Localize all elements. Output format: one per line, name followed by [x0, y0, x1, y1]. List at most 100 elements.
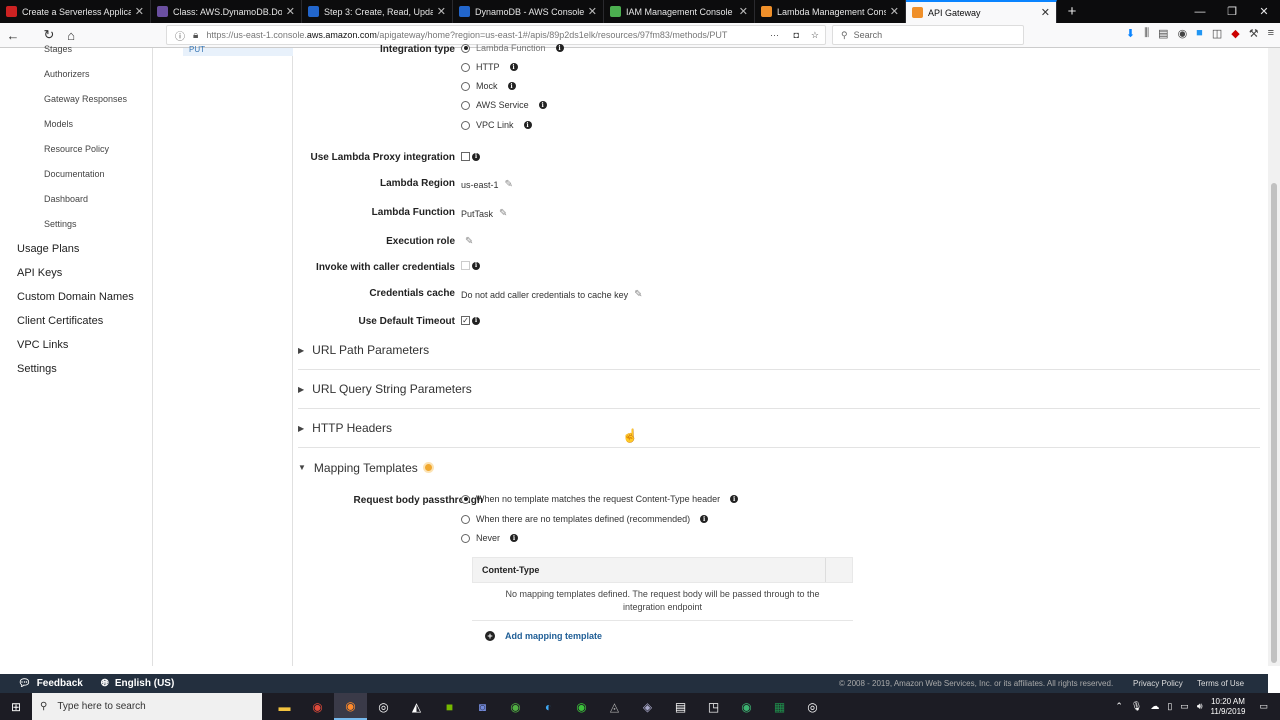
sidebar-item-authorizers[interactable]: Authorizers	[44, 69, 90, 79]
battery-icon[interactable]: ▯	[1167, 701, 1172, 712]
info-icon[interactable]: i	[555, 44, 564, 52]
back-icon[interactable]: ←	[2, 24, 24, 46]
browser-tab[interactable]: DynamoDB - AWS Console ✕	[453, 0, 604, 23]
taskbar-search-input[interactable]: ⚲ Type here to search	[32, 693, 262, 720]
integration-type-vpc-link[interactable]: VPC Link i	[461, 120, 532, 130]
integration-type-http[interactable]: HTTP i	[461, 62, 518, 72]
xbox-icon[interactable]: ◉	[499, 693, 532, 720]
maximize-icon[interactable]: ❐	[1216, 0, 1248, 23]
terms-of-use-link[interactable]: Terms of Use	[1197, 679, 1244, 688]
sidebar-item-settings[interactable]: Settings	[44, 219, 77, 229]
section-http-headers[interactable]: ▶ HTTP Headers	[298, 409, 1260, 448]
discord-icon[interactable]: ◙	[466, 693, 499, 720]
browser-tab-active[interactable]: API Gateway ✕	[906, 0, 1057, 23]
url-bar[interactable]: ⓘ 🔒︎ https://us-east-1.console. aws.amazo…	[166, 25, 826, 45]
feedback-button[interactable]: 💬︎ Feedback	[18, 678, 83, 689]
sidebar-item-custom-domain-names[interactable]: Custom Domain Names	[17, 291, 134, 303]
info-icon[interactable]: ⓘ	[175, 28, 185, 43]
radio-lambda[interactable]	[461, 43, 470, 53]
screenshot-icon[interactable]: ◫	[1212, 27, 1222, 40]
extension-icon[interactable]: ⚒	[1249, 27, 1259, 40]
radio-http[interactable]	[461, 62, 470, 72]
account-icon[interactable]: ◉	[1178, 27, 1188, 40]
language-selector[interactable]: 🌐︎ English (US)	[101, 678, 174, 689]
close-icon[interactable]: ✕	[135, 5, 144, 18]
firefox-icon[interactable]: ◉	[334, 693, 367, 720]
app-icon[interactable]: ▤	[664, 693, 697, 720]
edit-pencil-icon[interactable]: ✎	[505, 179, 513, 190]
page-actions-icon[interactable]: ···	[770, 30, 779, 40]
obs-icon[interactable]: ◎	[796, 693, 829, 720]
browser-tab[interactable]: Lambda Management Console✕	[755, 0, 906, 23]
info-icon[interactable]: i	[509, 63, 518, 71]
radio-aws-service[interactable]	[461, 100, 470, 110]
passthrough-option-never[interactable]: Never i	[461, 533, 519, 543]
sidebar-item-dashboard[interactable]: Dashboard	[44, 194, 88, 204]
library-icon[interactable]: ⫼	[1144, 27, 1149, 40]
ublock-icon[interactable]: ◆	[1231, 27, 1239, 40]
app-icon[interactable]: ◭	[400, 693, 433, 720]
info-icon[interactable]: i	[472, 261, 480, 270]
close-icon[interactable]: ✕	[588, 5, 597, 18]
section-mapping-templates[interactable]: ▼ Mapping Templates	[298, 448, 1260, 487]
invoke-credentials-checkbox[interactable]	[461, 261, 470, 270]
file-explorer-icon[interactable]: ▬	[268, 693, 301, 720]
sidebar-item-models[interactable]: Models	[44, 119, 73, 129]
bookmark-star-icon[interactable]: ☆	[811, 30, 819, 41]
sidebar-item-gateway-responses[interactable]: Gateway Responses	[44, 94, 127, 104]
default-timeout-checkbox[interactable]: ✓	[461, 316, 470, 325]
app-icon[interactable]: ◳	[697, 693, 730, 720]
sidebar-item-usage-plans[interactable]: Usage Plans	[17, 243, 79, 255]
chrome-icon[interactable]: ◉	[301, 693, 334, 720]
sidebar-item-documentation[interactable]: Documentation	[44, 169, 105, 179]
close-icon[interactable]: ✕	[890, 5, 899, 18]
info-icon[interactable]: i	[700, 515, 709, 523]
privacy-policy-link[interactable]: Privacy Policy	[1133, 679, 1183, 688]
radio-never[interactable]	[461, 533, 470, 543]
notifications-icon[interactable]: ▭	[1259, 701, 1268, 712]
info-icon[interactable]: i	[507, 82, 516, 90]
sidebar-item-global-settings[interactable]: Settings	[17, 363, 57, 375]
browser-tab[interactable]: Class: AWS.DynamoDB.Document✕	[151, 0, 302, 23]
taskbar-clock[interactable]: 10:20 AM 11/9/2019	[1210, 697, 1245, 717]
sidebar-item-vpc-links[interactable]: VPC Links	[17, 339, 68, 351]
minimize-icon[interactable]: —	[1184, 0, 1216, 23]
edit-pencil-icon[interactable]: ✎	[499, 208, 507, 219]
pocket-icon[interactable]: ◘	[794, 30, 799, 40]
tray-chevron-icon[interactable]: ⌃	[1115, 701, 1123, 712]
add-mapping-template-button[interactable]: + Add mapping template	[485, 631, 602, 641]
radio-mock[interactable]	[461, 81, 470, 91]
info-icon[interactable]: i	[523, 121, 532, 129]
app-icon[interactable]: ◎	[367, 693, 400, 720]
passthrough-option-no-templates[interactable]: When there are no templates defined (rec…	[461, 514, 709, 524]
page-scrollbar[interactable]	[1268, 48, 1280, 666]
browser-tab[interactable]: Step 3: Create, Read, Update, a✕	[302, 0, 453, 23]
sidebar-item-stages[interactable]: Stages	[44, 44, 72, 54]
extension-icon[interactable]: ■	[1196, 27, 1203, 40]
home-icon[interactable]: ⌂	[60, 24, 82, 46]
steam-icon[interactable]: ◈	[631, 693, 664, 720]
sidebar-item-client-certificates[interactable]: Client Certificates	[17, 315, 103, 327]
close-icon[interactable]: ✕	[286, 5, 295, 18]
app-icon[interactable]: ◉	[565, 693, 598, 720]
window-close-icon[interactable]: ✕	[1248, 0, 1280, 23]
info-icon[interactable]: i	[510, 534, 519, 542]
nvidia-icon[interactable]: ■	[433, 693, 466, 720]
radio-no-match[interactable]	[461, 494, 470, 504]
network-icon[interactable]: ▭	[1180, 701, 1189, 712]
info-icon[interactable]: i	[730, 495, 739, 503]
sidebar-item-resource-policy[interactable]: Resource Policy	[44, 144, 109, 154]
tree-item-put[interactable]: PUT	[183, 46, 293, 56]
section-url-query-string-parameters[interactable]: ▶ URL Query String Parameters	[298, 370, 1260, 409]
section-url-path-parameters[interactable]: ▶ URL Path Parameters	[298, 331, 1260, 370]
cloud-icon[interactable]: ☁	[1150, 701, 1159, 712]
info-icon[interactable]: i	[538, 101, 547, 109]
scrollbar-thumb[interactable]	[1271, 183, 1277, 663]
integration-type-lambda[interactable]: Lambda Function i	[461, 43, 564, 53]
info-icon[interactable]: i	[472, 316, 480, 325]
browser-tab[interactable]: IAM Management Console ✕	[604, 0, 755, 23]
new-tab-icon[interactable]: +	[1057, 0, 1087, 23]
edit-pencil-icon[interactable]: ✎	[634, 289, 642, 300]
radio-vpc-link[interactable]	[461, 120, 470, 130]
browser-tab[interactable]: Create a Serverless Application✕	[0, 0, 151, 23]
